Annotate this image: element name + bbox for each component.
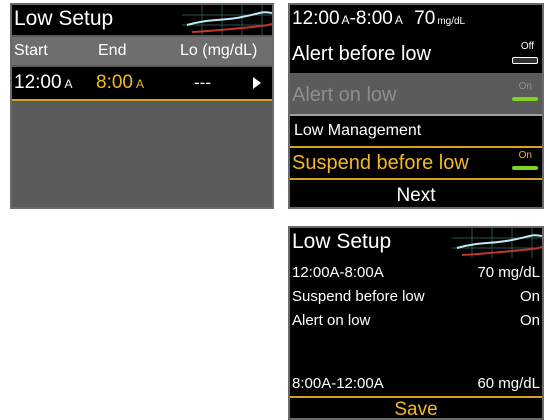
summary-row: Alert on low On: [292, 312, 540, 329]
alert-on-low-label: Alert on low: [292, 84, 397, 106]
summary-row: [290, 332, 542, 372]
alert-settings-screen: 12:00 A-8:00 A 70 mg/dL Alert before low Of…: [288, 3, 544, 209]
suspend-before-low-label: Suspend before low: [292, 152, 469, 174]
screen-title: Low Setup: [292, 230, 392, 253]
next-button[interactable]: Next: [290, 180, 542, 207]
title-bar: Low Setup: [290, 228, 542, 258]
alert-on-low-row[interactable]: Alert on low On: [290, 75, 542, 113]
lo-value: ---: [194, 73, 211, 92]
time-segment-row[interactable]: 12:00 A 8:00 A ---: [12, 67, 272, 101]
column-headers: Start End Lo (mg/dL): [12, 37, 272, 65]
low-setup-screen: Low Setup Start End Lo (mg/dL) 12:00 A 8:…: [10, 3, 274, 209]
end-header: End: [98, 42, 127, 59]
segment-header: 12:00 A-8:00 A 70 mg/dL: [290, 5, 542, 35]
title-bar: Low Setup: [12, 5, 272, 35]
segment-range: 12:00 A-8:00 A 70 mg/dL: [292, 8, 466, 29]
arrow-right-icon: [253, 77, 261, 89]
summary-row: Suspend before low On: [292, 288, 540, 305]
start-header: Start: [14, 42, 48, 59]
end-time: 8:00 A: [96, 72, 144, 93]
start-time: 12:00 A: [14, 72, 73, 93]
toggle-on-icon[interactable]: [512, 166, 538, 170]
toggle-off-icon[interactable]: [512, 57, 538, 64]
graph-icon: [182, 5, 272, 35]
summary-row: 8:00A-12:00A 60 mg/dL: [292, 375, 540, 392]
toggle-on-label: On: [518, 150, 532, 161]
toggle-on-icon[interactable]: [512, 97, 538, 101]
low-setup-summary-screen: Low Setup 12:00A-8:00A 70 mg/dL Suspend …: [288, 226, 544, 420]
toggle-on-label: On: [518, 81, 532, 92]
lo-header: Lo (mg/dL): [180, 42, 258, 59]
toggle-off-label: Off: [520, 41, 534, 52]
alert-before-low-row[interactable]: Alert before low Off: [290, 35, 542, 73]
graph-icon: [452, 228, 542, 258]
suspend-before-low-row[interactable]: Suspend before low On: [290, 146, 542, 180]
low-management-heading: Low Management: [290, 116, 542, 146]
summary-row: 12:00A-8:00A 70 mg/dL: [292, 264, 540, 281]
alert-before-low-label: Alert before low: [292, 43, 431, 65]
screen-title: Low Setup: [14, 7, 114, 30]
save-button[interactable]: Save: [290, 396, 542, 418]
